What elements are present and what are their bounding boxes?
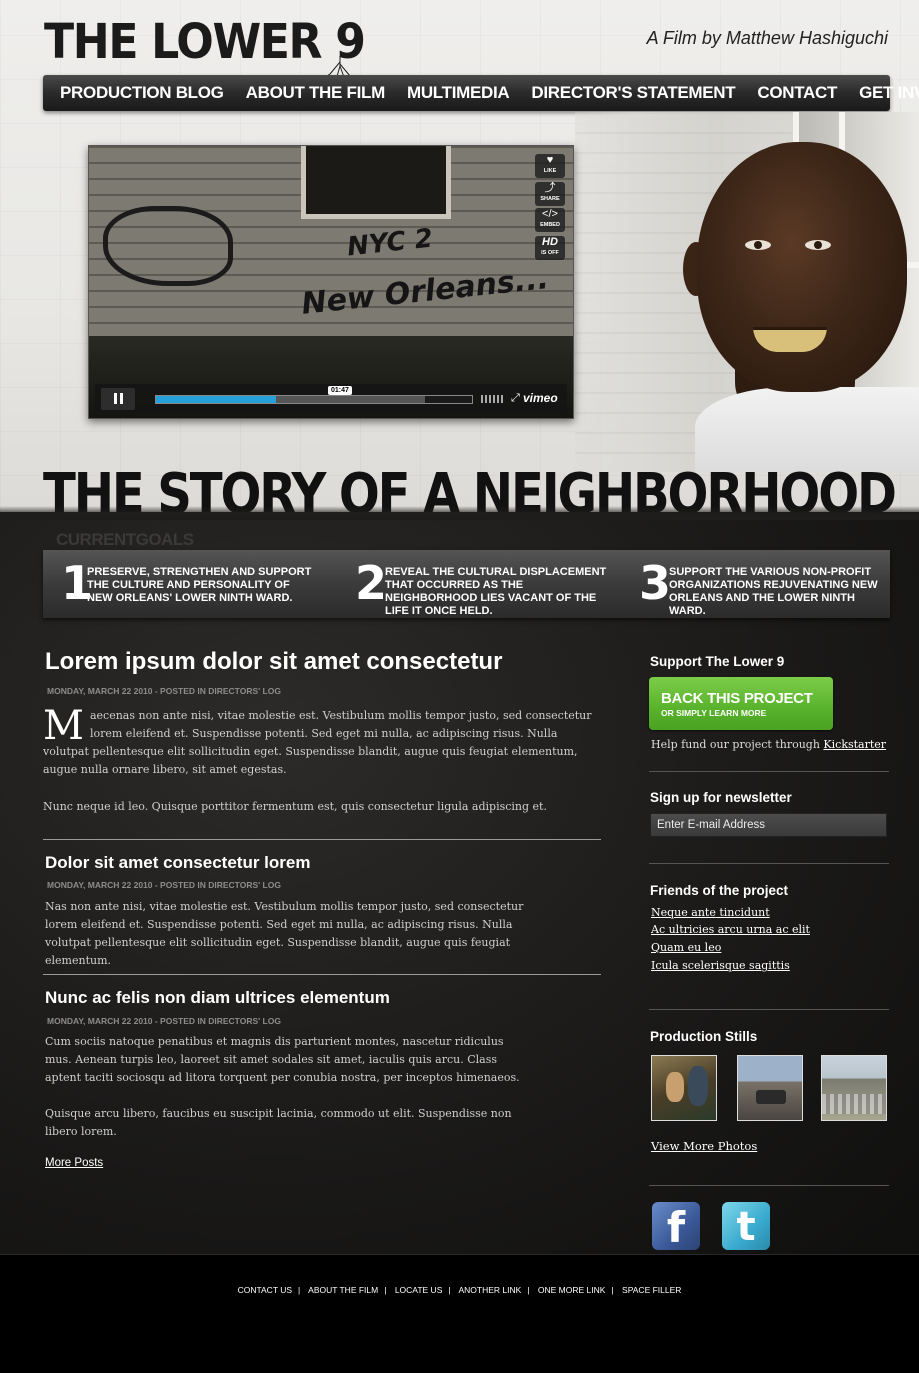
view-more-photos-link[interactable]: View More Photos [651, 1139, 757, 1153]
nav-directors-statement[interactable]: DIRECTOR'S STATEMENT [520, 83, 746, 103]
like-label: LIKE [543, 168, 557, 174]
hero-portrait [575, 112, 919, 472]
support-heading: Support The Lower 9 [650, 654, 785, 669]
post-divider [43, 974, 601, 975]
goals-label: CURRENTGOALS [56, 530, 194, 549]
nav-multimedia[interactable]: MULTIMEDIA [396, 83, 520, 103]
footer-link-contact-us[interactable]: CONTACT US [238, 1285, 292, 1295]
post-dropcap: M [43, 703, 84, 749]
footer-link-about-the-film[interactable]: ABOUT THE FILM [308, 1285, 378, 1295]
post-meta: MONDAY, MARCH 22 2010 - POSTED IN DIRECT… [47, 1016, 281, 1026]
share-label: SHARE [540, 196, 560, 202]
post-title[interactable]: Nunc ac felis non diam ultrices elementu… [45, 988, 390, 1008]
sidebar-divider [649, 863, 889, 864]
video-controls: 01:47 ⤢ vimeo [95, 384, 567, 412]
post-title[interactable]: Lorem ipsum dolor sit amet consectetur [45, 648, 502, 676]
hd-icon: HD [542, 236, 558, 248]
portrait-eye-right [805, 240, 831, 250]
portrait-head [697, 142, 907, 392]
more-posts-link[interactable]: More Posts [45, 1157, 103, 1169]
help-fund-label: Help fund our project through [651, 738, 824, 751]
footer-link-one-more-link[interactable]: ONE MORE LINK [538, 1285, 606, 1295]
goal-text: REVEAL THE CULTURAL DISPLACEMENT THAT OC… [385, 566, 607, 617]
post-meta: MONDAY, MARCH 22 2010 - POSTED IN DIRECT… [47, 880, 281, 890]
sidebar-divider [649, 771, 889, 772]
nav-production-blog[interactable]: PRODUCTION BLOG [43, 83, 235, 103]
facebook-icon[interactable]: f [652, 1202, 700, 1252]
logo-text: THE LOWER [44, 14, 323, 70]
post-divider [43, 839, 601, 840]
friend-link[interactable]: Ac ultricies arcu urna ac elit [651, 923, 810, 936]
nav-get-involved[interactable]: GET INVOLVED [848, 83, 919, 103]
goal-number: 2 [355, 556, 387, 610]
hd-button[interactable]: HD IS OFF [535, 236, 565, 260]
graffiti-line1: NYC 2 [345, 223, 435, 263]
portrait-shirt [695, 387, 919, 472]
hero: THE LOWER 9 A Film by Matthew Hashiguchi… [0, 0, 919, 520]
fullscreen-icon[interactable]: ⤢ [511, 392, 520, 405]
learn-more-label: OR SIMPLY LEARN MORE [661, 708, 767, 718]
goal-text: PRESERVE, STRENGTHEN AND SUPPORT THE CUL… [87, 566, 312, 604]
email-field[interactable] [650, 813, 887, 837]
friend-link[interactable]: Quam eu leo [651, 941, 721, 954]
nav-contact[interactable]: CONTACT [746, 83, 848, 103]
sidebar-divider [649, 1185, 889, 1186]
sidebar-divider [649, 1009, 889, 1010]
share-button[interactable]: ⤴ SHARE [535, 182, 565, 206]
twitter-icon[interactable]: t [722, 1202, 770, 1250]
embed-icon: </> [542, 208, 558, 220]
like-button[interactable]: ♥ LIKE [535, 154, 565, 178]
goal-number: 3 [639, 556, 671, 610]
kickstarter-link[interactable]: Kickstarter [823, 738, 886, 751]
share-icon: ⤴ [544, 182, 556, 194]
hd-label: IS OFF [541, 250, 559, 256]
volume-slider[interactable] [481, 395, 505, 403]
portrait-eye-left [745, 240, 771, 250]
graffiti-tag [103, 206, 233, 286]
post-paragraph: Quisque arcu libero, faucibus eu suscipi… [45, 1107, 512, 1138]
heart-icon: ♥ [546, 154, 554, 166]
post-paragraph: Nas non ante nisi, vitae molestie est. V… [45, 900, 524, 967]
embed-label: EMBED [540, 222, 560, 228]
post-body: Maecenas non ante nisi, vitae molestie e… [43, 703, 599, 779]
video-window-opening [301, 146, 451, 219]
post-paragraph: Nunc neque id leo. Quisque porttitor fer… [43, 800, 547, 813]
newsletter-heading: Sign up for newsletter [650, 790, 792, 805]
footer-link-space-filler[interactable]: SPACE FILLER [622, 1285, 681, 1295]
embed-button[interactable]: </> EMBED [535, 208, 565, 232]
footer-link-locate-us[interactable]: LOCATE US [395, 1285, 443, 1295]
footer-links: CONTACT US | ABOUT THE FILM | LOCATE US | A… [237, 1285, 682, 1295]
pause-button[interactable] [101, 388, 135, 410]
production-still[interactable] [821, 1055, 887, 1121]
video-progress-fill [156, 396, 277, 403]
friend-link[interactable]: Icula scelerisque sagittis [651, 959, 790, 972]
film-byline: A Film by Matthew Hashiguchi [646, 28, 888, 48]
footer-link-another-link[interactable]: ANOTHER LINK [458, 1285, 521, 1295]
friends-heading: Friends of the project [650, 883, 789, 898]
help-fund-text: Help fund our project through Kickstarte… [651, 738, 886, 751]
goal-text: SUPPORT THE VARIOUS NON-PROFIT ORGANIZAT… [669, 566, 878, 617]
post-paragraph: aecenas non ante nisi, vitae molestie es… [43, 709, 592, 776]
post-meta: MONDAY, MARCH 22 2010 - POSTED IN DIRECT… [47, 686, 281, 696]
back-project-label: BACK THIS PROJECT [661, 690, 813, 707]
main-nav: PRODUCTION BLOG ABOUT THE FILM MULTIMEDI… [43, 75, 919, 111]
production-still[interactable] [737, 1055, 803, 1121]
nav-about-the-film[interactable]: ABOUT THE FILM [235, 83, 396, 103]
video-timestamp: 01:47 [328, 386, 352, 395]
video-progress-track[interactable]: 01:47 [155, 386, 473, 404]
graffiti-line2: New Orleans... [299, 261, 551, 322]
post-paragraph: Cum sociis natoque penatibus et magnis d… [45, 1035, 520, 1084]
back-project-button[interactable]: BACK THIS PROJECT OR SIMPLY LEARN MORE [649, 677, 833, 730]
friend-link[interactable]: Neque ante tincidunt [651, 906, 770, 919]
vimeo-logo[interactable]: vimeo [523, 391, 558, 405]
production-still[interactable] [651, 1055, 717, 1121]
goals-bar: 1 PRESERVE, STRENGTHEN AND SUPPORT THE C… [43, 550, 890, 618]
stills-heading: Production Stills [650, 1029, 758, 1044]
post-title[interactable]: Dolor sit amet consectetur lorem [45, 853, 310, 873]
site-logo[interactable]: THE LOWER 9 [44, 14, 366, 70]
footer: CONTACT US | ABOUT THE FILM | LOCATE US | A… [0, 1254, 919, 1373]
video-player[interactable]: NYC 2 New Orleans... ♥ LIKE ⤴ SHARE </> … [88, 145, 574, 419]
